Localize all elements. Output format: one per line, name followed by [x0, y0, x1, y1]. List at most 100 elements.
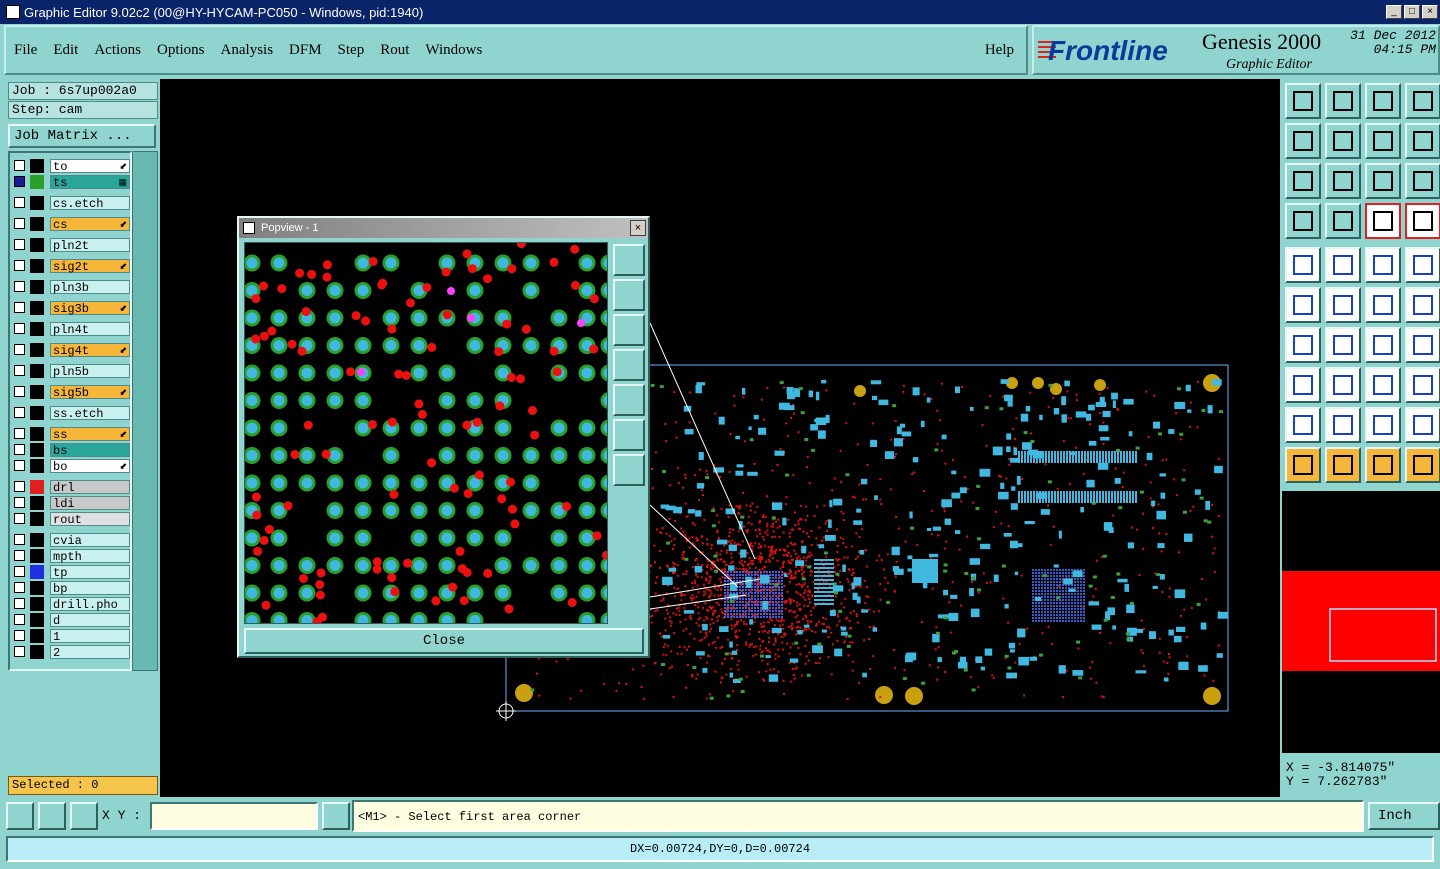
popview-zoom-in-icon[interactable]	[613, 419, 645, 451]
layer-checkbox[interactable]	[14, 481, 25, 492]
layer-checkbox[interactable]	[14, 550, 25, 561]
layer-row-pln4t[interactable]: pln4t	[14, 322, 130, 337]
layer-checkbox[interactable]	[14, 176, 25, 187]
layer-color-swatch[interactable]	[30, 385, 44, 399]
layer-name[interactable]: sig2t ⬋	[50, 259, 130, 274]
layer-color-swatch[interactable]	[30, 533, 44, 547]
layer-color-swatch[interactable]	[30, 581, 44, 595]
layer-row-ss[interactable]: ss ⬋	[14, 427, 130, 442]
overview-map[interactable]	[1282, 491, 1440, 753]
popview-close-icon[interactable]: ×	[630, 220, 646, 236]
layer-color-swatch[interactable]	[30, 597, 44, 611]
spacing-icon[interactable]	[1405, 327, 1440, 363]
layer-row-pln2t[interactable]: pln2t	[14, 238, 130, 253]
layer-color-swatch[interactable]	[30, 480, 44, 494]
layer-checkbox[interactable]	[14, 534, 25, 545]
popview-canvas[interactable]	[244, 242, 608, 624]
center-icon[interactable]	[1325, 163, 1361, 199]
layer-row-pln3b[interactable]: pln3b	[14, 280, 130, 295]
layer-color-swatch[interactable]	[30, 565, 44, 579]
xy-input[interactable]	[150, 802, 318, 830]
layer-name[interactable]: d	[50, 613, 130, 628]
layer-color-swatch[interactable]	[30, 645, 44, 659]
polygon-icon[interactable]	[1325, 407, 1361, 443]
menu-step[interactable]: Step	[338, 42, 365, 59]
layer-color-swatch[interactable]	[30, 406, 44, 420]
layer-name[interactable]: to ⬋	[50, 159, 130, 174]
layer-color-swatch[interactable]	[30, 238, 44, 252]
layer-checkbox[interactable]	[14, 281, 25, 292]
polygon3-icon[interactable]	[1405, 407, 1440, 443]
ruler-icon[interactable]	[1365, 247, 1401, 283]
zoom-back-icon[interactable]	[1325, 83, 1361, 119]
layer-row-tp[interactable]: tp	[14, 565, 130, 580]
layer-checkbox[interactable]	[14, 428, 25, 439]
pad-select-icon[interactable]	[1285, 367, 1321, 403]
layer-list-scrollbar[interactable]	[132, 151, 158, 671]
arc-icon[interactable]	[1365, 327, 1401, 363]
layer-name[interactable]: cs.etch	[50, 196, 130, 211]
menu-file[interactable]: File	[14, 42, 37, 59]
layer-row-sig5b[interactable]: sig5b ⬋	[14, 385, 130, 400]
layer-color-swatch[interactable]	[30, 496, 44, 510]
layer-name[interactable]: bo ⬋	[50, 459, 130, 474]
popview-zoom-out-icon[interactable]	[613, 454, 645, 486]
menu-help[interactable]: Help	[985, 42, 1014, 59]
layer-checkbox[interactable]	[14, 630, 25, 641]
layer-checkbox[interactable]	[14, 598, 25, 609]
delete-icon[interactable]	[1325, 287, 1361, 323]
window-icon[interactable]	[1405, 83, 1440, 119]
minimize-button[interactable]: _	[1386, 5, 1402, 19]
overview-svg[interactable]	[1282, 491, 1440, 753]
alert-icon[interactable]	[322, 802, 350, 830]
layer-row-ts[interactable]: ts ▦	[14, 175, 130, 190]
layer-name[interactable]: bp	[50, 581, 130, 596]
layer-checkbox[interactable]	[14, 566, 25, 577]
net-icon[interactable]	[1325, 367, 1361, 403]
menu-actions[interactable]: Actions	[94, 42, 141, 59]
layer-checkbox[interactable]	[14, 386, 25, 397]
layer-color-swatch[interactable]	[30, 549, 44, 563]
slash-icon[interactable]	[1325, 327, 1361, 363]
layer-checkbox[interactable]	[14, 365, 25, 376]
pointer2-icon[interactable]	[1325, 447, 1361, 483]
app-icon[interactable]	[6, 5, 20, 19]
layer-row-d[interactable]: d	[14, 613, 130, 628]
layer-checkbox[interactable]	[14, 302, 25, 313]
layer-name[interactable]: rout	[50, 512, 130, 527]
popview-pan-up-icon[interactable]	[613, 279, 645, 311]
line-icon[interactable]	[1285, 327, 1321, 363]
layer-row-mpth[interactable]: mpth	[14, 549, 130, 564]
layer-color-swatch[interactable]	[30, 443, 44, 457]
resize-icon[interactable]	[1365, 367, 1401, 403]
layer-name[interactable]: pln5b	[50, 364, 130, 379]
shapes-icon[interactable]	[1405, 367, 1440, 403]
connect-icon[interactable]	[1285, 287, 1321, 323]
layer-row-cvia[interactable]: cvia	[14, 533, 130, 548]
layer-checkbox[interactable]	[14, 460, 25, 471]
menu-edit[interactable]: Edit	[53, 42, 78, 59]
layer-row-sig4t[interactable]: sig4t ⬋	[14, 343, 130, 358]
grid-toggle-icon[interactable]	[1325, 203, 1361, 239]
fit-all-icon[interactable]	[1285, 163, 1321, 199]
measure-icon[interactable]	[38, 802, 66, 830]
popview-close-button[interactable]: Close	[244, 628, 644, 654]
layer-row-rout[interactable]: rout	[14, 512, 130, 527]
popview-pan-right-icon[interactable]	[613, 384, 645, 416]
layer-name[interactable]: ts ▦	[50, 175, 130, 190]
menu-dfm[interactable]: DFM	[289, 42, 322, 59]
layer-color-swatch[interactable]	[30, 459, 44, 473]
measure-point-icon[interactable]	[1285, 247, 1321, 283]
layer-name[interactable]: ldi	[50, 496, 130, 511]
help-query-icon[interactable]	[1405, 163, 1440, 199]
layer-row-pln5b[interactable]: pln5b	[14, 364, 130, 379]
layer-name[interactable]: sig3b ⬋	[50, 301, 130, 316]
fill-icon[interactable]	[1325, 247, 1361, 283]
layer-checkbox[interactable]	[14, 582, 25, 593]
settings-icon[interactable]	[1285, 203, 1321, 239]
layer-color-swatch[interactable]	[30, 512, 44, 526]
layer-name[interactable]: ss.etch	[50, 406, 130, 421]
layer-toggle2-icon[interactable]	[1405, 203, 1440, 239]
layer-color-swatch[interactable]	[30, 613, 44, 627]
layer-row-cs[interactable]: cs ⬋	[14, 217, 130, 232]
